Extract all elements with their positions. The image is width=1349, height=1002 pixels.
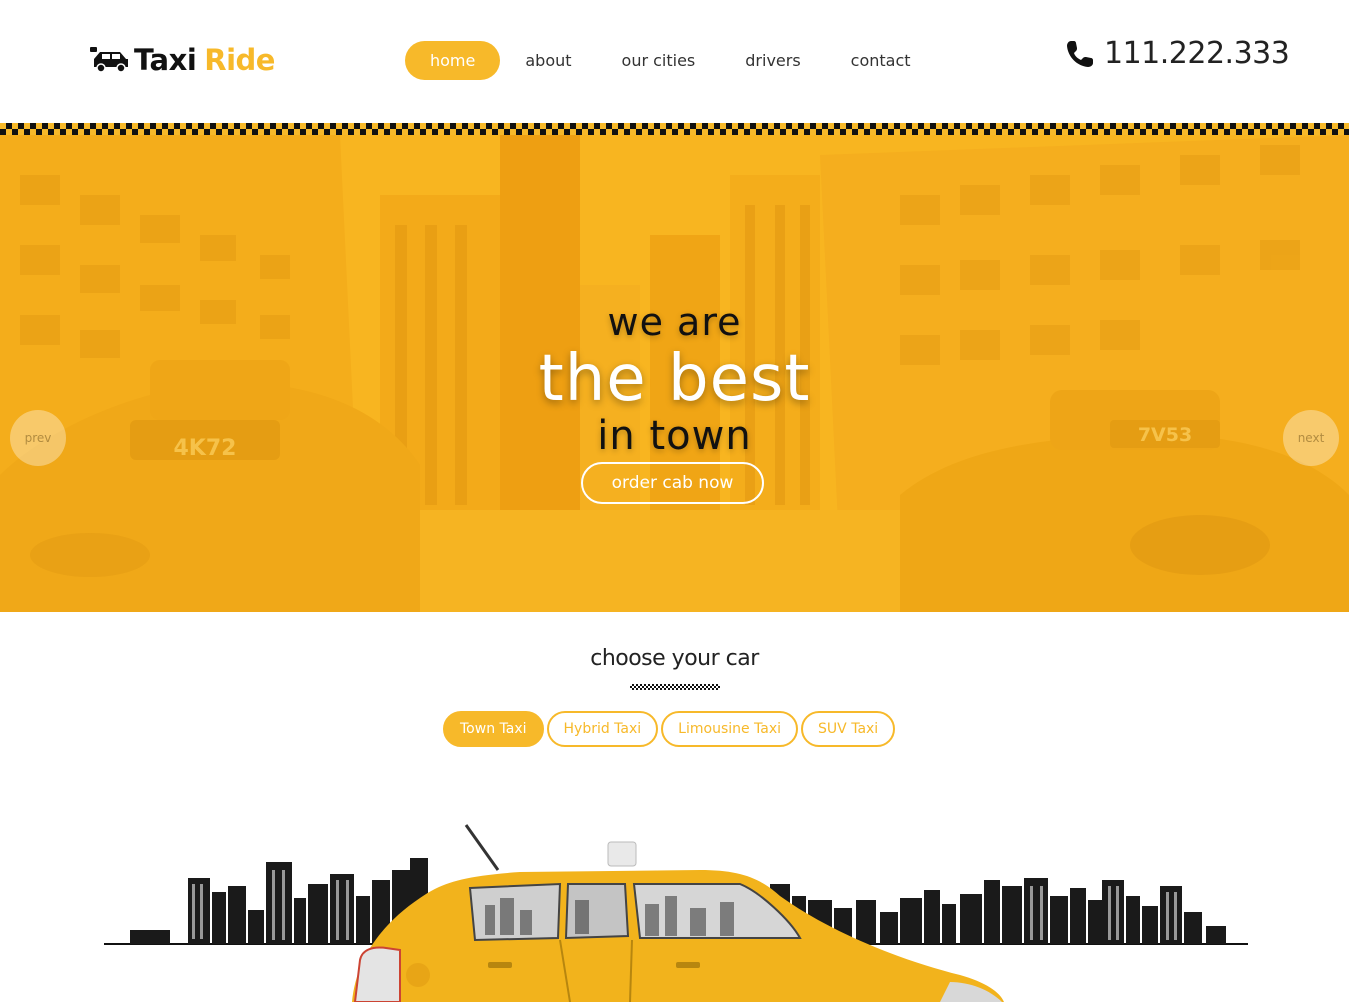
tab-town-taxi[interactable]: Town Taxi bbox=[443, 711, 544, 747]
car-type-tabs: Town Taxi Hybrid Taxi Limousine Taxi SUV… bbox=[443, 711, 898, 747]
phone-icon bbox=[1067, 40, 1093, 67]
hero-line-2: the best bbox=[538, 342, 811, 416]
car-showcase bbox=[104, 824, 1248, 1002]
nav-drivers[interactable]: drivers bbox=[720, 41, 825, 80]
hero-slider: 4K72 7V53 we are the best in town order … bbox=[0, 135, 1349, 612]
section-title: choose your car bbox=[590, 646, 759, 671]
slider-next-button[interactable]: next bbox=[1283, 410, 1339, 466]
tab-limousine-taxi[interactable]: Limousine Taxi bbox=[661, 711, 799, 747]
tab-hybrid-taxi[interactable]: Hybrid Taxi bbox=[546, 711, 659, 747]
logo-text-taxi: Taxi bbox=[134, 43, 197, 77]
nav-contact[interactable]: contact bbox=[826, 41, 936, 80]
main-nav: home about our cities drivers contact bbox=[405, 41, 936, 80]
hero-line-1: we are bbox=[607, 300, 742, 344]
nav-our-cities[interactable]: our cities bbox=[597, 41, 721, 80]
checker-strip bbox=[0, 123, 1349, 135]
tab-suv-taxi[interactable]: SUV Taxi bbox=[801, 711, 896, 747]
site-header: Taxi Ride home about our cities drivers … bbox=[0, 0, 1349, 123]
order-cab-button[interactable]: order cab now bbox=[581, 462, 764, 504]
phone-number: 111.222.333 bbox=[1104, 36, 1290, 71]
logo-text-ride: Ride bbox=[204, 43, 275, 77]
hero-line-3: in town bbox=[597, 413, 752, 459]
phone-contact[interactable]: 111.222.333 bbox=[1064, 36, 1290, 71]
nav-about[interactable]: about bbox=[500, 41, 596, 80]
slider-prev-button[interactable]: prev bbox=[10, 410, 66, 466]
nav-home[interactable]: home bbox=[405, 41, 501, 80]
taxi-car-icon bbox=[90, 47, 128, 73]
checker-underline bbox=[630, 684, 720, 690]
logo[interactable]: Taxi Ride bbox=[88, 40, 275, 80]
